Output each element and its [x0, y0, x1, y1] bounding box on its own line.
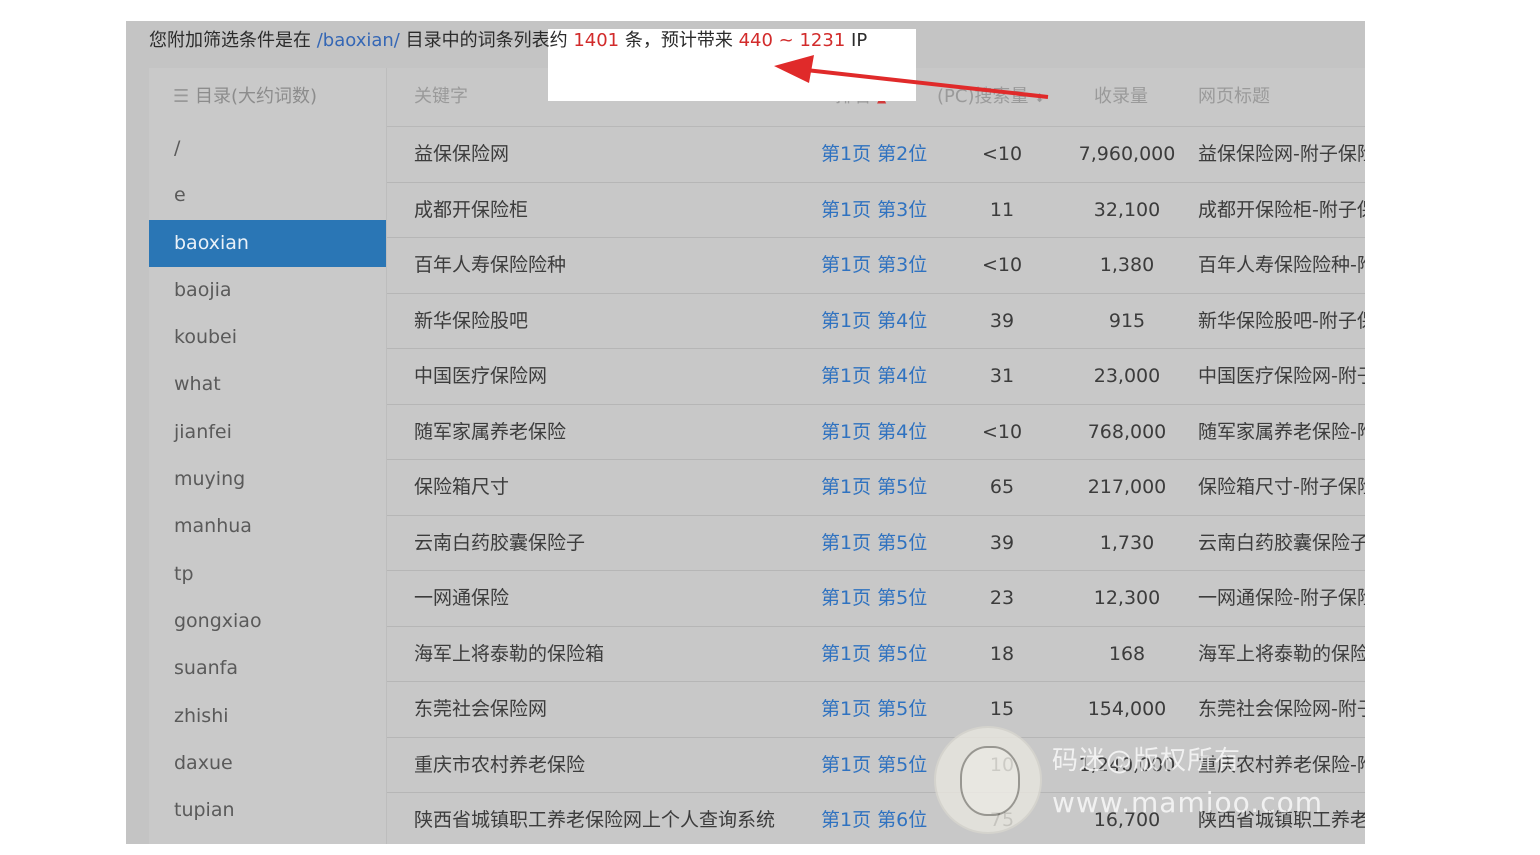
arrow-head	[774, 55, 814, 83]
arrow-line	[805, 68, 1049, 99]
red-arrow	[774, 55, 1049, 99]
screenshot-frame: 您附加筛选条件是在 /baoxian/ 目录中的词条列表约 1401 条，预计带…	[126, 21, 1365, 844]
